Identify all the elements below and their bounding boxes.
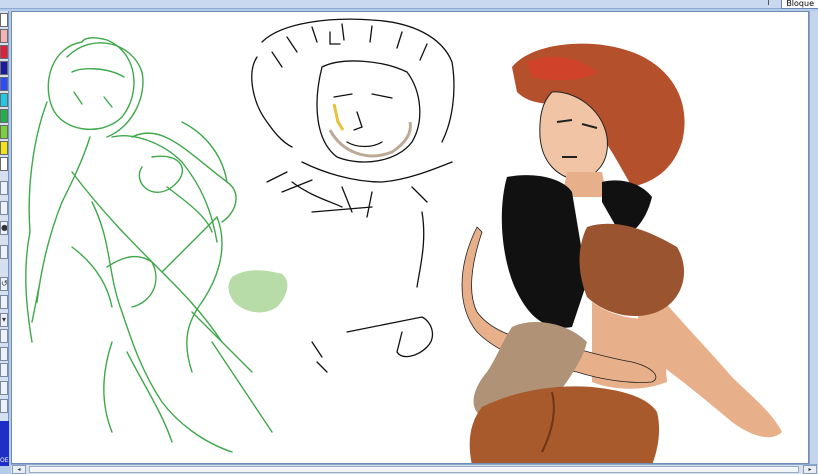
tool-button-9[interactable] [0, 347, 8, 361]
tool-button-8[interactable] [0, 329, 8, 343]
dropdown-tool[interactable]: ▾ [0, 313, 8, 327]
tool-button-11[interactable] [0, 381, 8, 395]
color-swatch-blank[interactable] [0, 157, 8, 171]
palette-footer-block[interactable]: OE [0, 421, 9, 466]
right-panel-edge [809, 11, 818, 464]
color-swatch-yellow[interactable] [0, 141, 8, 155]
color-palette: ● ↺ ▾ OE [0, 11, 9, 466]
color-swatch-white[interactable] [0, 13, 8, 27]
tool-button-6[interactable] [0, 295, 8, 309]
green-sketch-figure [25, 37, 273, 453]
drawing-canvas[interactable] [11, 11, 809, 464]
color-swatch-pink[interactable] [0, 29, 8, 43]
scroll-left-arrow-icon[interactable]: ◂ [12, 465, 26, 474]
palette-footer-label: OE [0, 457, 9, 464]
woman-figure [461, 43, 782, 463]
black-jacket [501, 175, 587, 328]
canvas-artwork [25, 18, 782, 463]
brush-size-tool[interactable]: ● [0, 221, 8, 235]
color-swatch-green[interactable] [0, 109, 8, 123]
color-swatch-lime[interactable] [0, 125, 8, 139]
beard-highlight [332, 103, 345, 131]
tool-button-10[interactable] [0, 363, 8, 377]
green-blob [228, 270, 288, 313]
top-toolbar-strip: Bloque [0, 0, 818, 9]
tool-button-4[interactable] [0, 245, 8, 259]
tool-button-12[interactable] [0, 399, 8, 413]
horizontal-scrollbar[interactable]: ◂ ▸ [11, 464, 818, 474]
paint-app-window: Bloque ● ↺ ▾ OE ◂ ▸ [0, 0, 818, 474]
color-swatch-blue[interactable] [0, 77, 8, 91]
scroll-right-arrow-icon[interactable]: ▸ [803, 465, 817, 474]
toolbar-separator [768, 0, 769, 5]
bearded-man-sketch [251, 18, 455, 373]
color-swatch-cyan[interactable] [0, 93, 8, 107]
layer-block-tab[interactable]: Bloque [781, 0, 818, 9]
tool-button-1[interactable] [0, 181, 8, 195]
undo-tool[interactable]: ↺ [0, 277, 8, 291]
color-swatch-red[interactable] [0, 45, 8, 59]
tool-button-2[interactable] [0, 201, 8, 215]
brown-top [579, 223, 685, 317]
color-swatch-navy[interactable] [0, 61, 8, 75]
scrollbar-thumb[interactable] [29, 466, 799, 473]
